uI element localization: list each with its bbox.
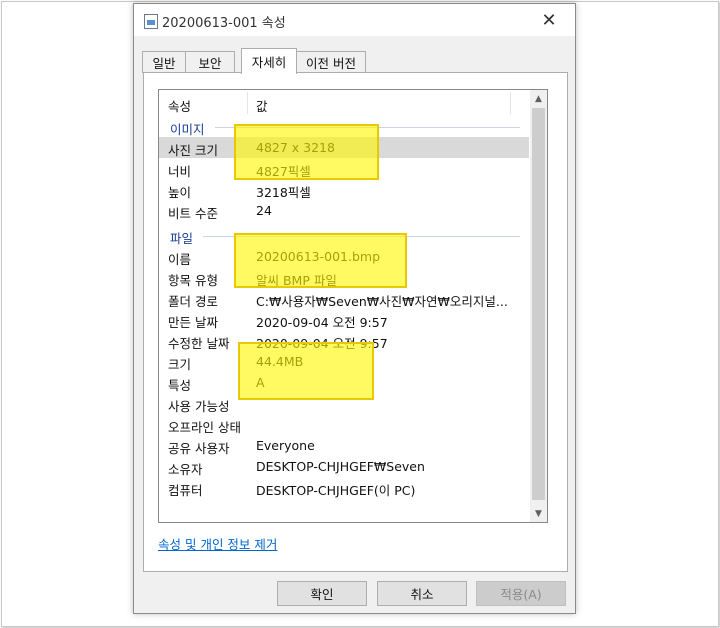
scroll-thumb[interactable] bbox=[532, 108, 545, 500]
list-item[interactable]: 크기 44.4MB bbox=[159, 351, 529, 372]
header-divider[interactable] bbox=[247, 92, 248, 114]
tab-details[interactable]: 자세히 bbox=[241, 48, 297, 74]
apply-button[interactable]: 적용(A) bbox=[476, 581, 566, 606]
list-item[interactable]: 컴퓨터 DESKTOP-CHJHGEF(이 PC) bbox=[159, 477, 529, 498]
list-item[interactable]: 사용 가능성 bbox=[159, 393, 529, 414]
header-property[interactable]: 속성 bbox=[168, 96, 191, 115]
property-name: 소유자 bbox=[168, 462, 203, 477]
vertical-scrollbar[interactable]: ▲ ▼ bbox=[530, 90, 547, 522]
property-name: 사용 가능성 bbox=[168, 399, 230, 414]
property-name: 비트 수준 bbox=[168, 206, 218, 221]
property-name: 컴퓨터 bbox=[168, 483, 203, 498]
scroll-up-arrow-icon[interactable]: ▲ bbox=[530, 90, 547, 107]
window-title: 20200613-001 속성 bbox=[162, 16, 286, 31]
property-value: 24 bbox=[256, 203, 272, 218]
property-value: Everyone bbox=[256, 438, 315, 453]
property-value: 2020-09-04 오전 9:57 bbox=[256, 315, 388, 330]
group-divider bbox=[203, 236, 520, 237]
list-item[interactable]: 항목 유형 알씨 BMP 파일 bbox=[159, 267, 529, 288]
cancel-button[interactable]: 취소 bbox=[377, 581, 467, 606]
tab-general[interactable]: 일반 bbox=[142, 51, 186, 73]
list-item[interactable]: 오프라인 상태 bbox=[159, 414, 529, 435]
list-item[interactable]: 높이 3218픽셀 bbox=[159, 179, 529, 200]
list-item[interactable]: 소유자 DESKTOP-CHJHGEF₩Seven bbox=[159, 456, 529, 477]
list-item[interactable]: 비트 수준 24 bbox=[159, 200, 529, 221]
property-name: 공유 사용자 bbox=[168, 441, 230, 456]
property-value: 20200613-001.bmp bbox=[256, 249, 381, 264]
property-name: 항목 유형 bbox=[168, 273, 218, 288]
header-value[interactable]: 값 bbox=[256, 96, 268, 115]
property-value: A bbox=[256, 375, 265, 390]
property-name: 높이 bbox=[168, 185, 192, 200]
property-name: 수정한 날짜 bbox=[168, 336, 230, 351]
property-value: DESKTOP-CHJHGEF₩Seven bbox=[256, 459, 425, 474]
tab-security[interactable]: 보안 bbox=[185, 51, 235, 73]
property-name: 이름 bbox=[168, 252, 192, 267]
bmp-file-icon bbox=[144, 14, 158, 29]
header-divider[interactable] bbox=[510, 92, 511, 114]
property-name: 사진 크기 bbox=[168, 143, 218, 158]
property-value: 4827 x 3218 bbox=[256, 140, 335, 155]
property-name: 폴더 경로 bbox=[168, 294, 218, 309]
property-name: 크기 bbox=[168, 357, 192, 372]
property-value: 44.4MB bbox=[256, 354, 304, 369]
property-value: DESKTOP-CHJHGEF(이 PC) bbox=[256, 483, 416, 498]
remove-properties-link[interactable]: 속성 및 개인 정보 제거 bbox=[158, 534, 277, 553]
group-title-file: 파일 bbox=[170, 231, 194, 246]
list-item[interactable]: 너비 4827픽셀 bbox=[159, 158, 529, 179]
scroll-down-arrow-icon[interactable]: ▼ bbox=[530, 505, 547, 522]
ok-button[interactable]: 확인 bbox=[277, 581, 367, 606]
property-value: 4827픽셀 bbox=[256, 164, 311, 179]
property-name: 만든 날짜 bbox=[168, 315, 218, 330]
property-value: C:₩사용자₩Seven₩사진₩자연₩오리지널... bbox=[256, 294, 508, 309]
properties-list[interactable]: 속성 값 이미지 사진 크기 4827 x 3218 너비 4827픽셀 높이 … bbox=[158, 89, 548, 523]
property-value: 알씨 BMP 파일 bbox=[256, 273, 337, 288]
list-header: 속성 값 bbox=[159, 90, 529, 116]
tab-previous-versions[interactable]: 이전 버전 bbox=[296, 51, 366, 73]
property-name: 특성 bbox=[168, 378, 192, 393]
property-value: 2020-09-04 오전 9:57 bbox=[256, 336, 388, 351]
title-bar: 20200613-001 속성 ✕ bbox=[134, 4, 575, 36]
list-item[interactable]: 수정한 날짜 2020-09-04 오전 9:57 bbox=[159, 330, 529, 351]
property-name: 너비 bbox=[168, 164, 192, 179]
properties-dialog: 20200613-001 속성 ✕ 일반 보안 자세히 이전 버전 속성 값 이… bbox=[133, 3, 576, 614]
property-value: 3218픽셀 bbox=[256, 185, 311, 200]
details-panel: 속성 값 이미지 사진 크기 4827 x 3218 너비 4827픽셀 높이 … bbox=[143, 72, 568, 572]
list-item[interactable]: 만든 날짜 2020-09-04 오전 9:57 bbox=[159, 309, 529, 330]
property-name: 오프라인 상태 bbox=[168, 420, 241, 435]
list-item[interactable]: 폴더 경로 C:₩사용자₩Seven₩사진₩자연₩오리지널... bbox=[159, 288, 529, 309]
list-item[interactable]: 사진 크기 4827 x 3218 bbox=[159, 137, 529, 158]
group-divider bbox=[215, 127, 520, 128]
group-title-image: 이미지 bbox=[170, 122, 205, 137]
list-item[interactable]: 공유 사용자 Everyone bbox=[159, 435, 529, 456]
close-button[interactable]: ✕ bbox=[529, 7, 569, 33]
list-item[interactable]: 이름 20200613-001.bmp bbox=[159, 246, 529, 267]
list-item[interactable]: 특성 A bbox=[159, 372, 529, 393]
